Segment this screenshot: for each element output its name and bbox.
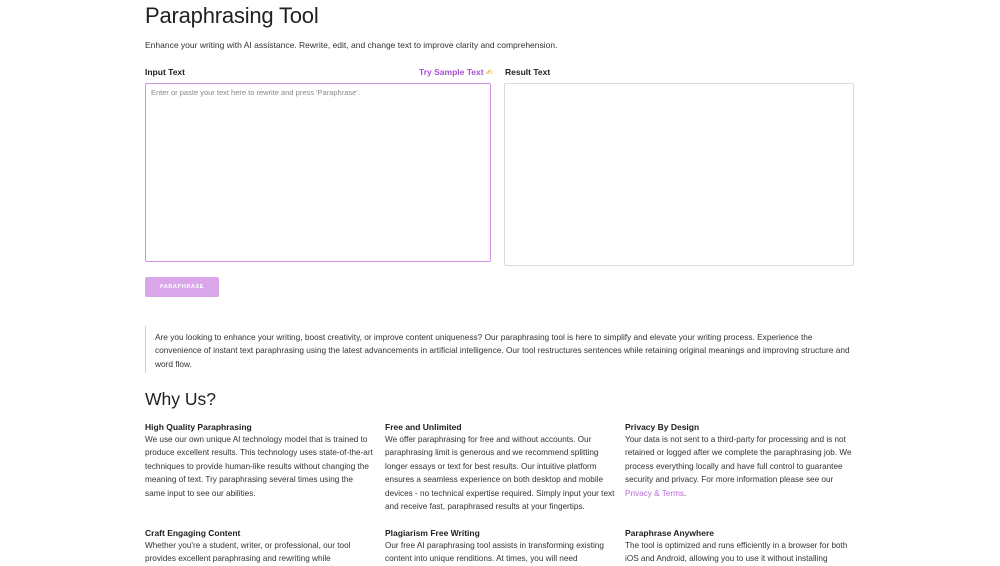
feature-text: We offer paraphrasing for free and witho… <box>385 435 615 512</box>
try-sample-text-label: Try Sample Text <box>419 67 484 77</box>
result-label: Result Text <box>505 67 551 77</box>
feature-title: Privacy By Design <box>625 422 700 432</box>
try-sample-text-link[interactable]: Try Sample Text ✍ <box>419 67 493 78</box>
result-text-area[interactable] <box>504 83 854 266</box>
feature-text: Our free AI paraphrasing tool assists in… <box>385 541 604 564</box>
paraphrase-button[interactable]: PARAPHRASE <box>145 277 219 297</box>
privacy-text: Your data is not sent to a third-party f… <box>625 435 852 485</box>
intro-blockquote: Are you looking to enhance your writing,… <box>145 326 853 374</box>
writing-hand-icon: ✍ <box>485 67 494 77</box>
feature-text: We use our own unique AI technology mode… <box>145 435 373 498</box>
feature-privacy: Privacy By Design Your data is not sent … <box>625 422 855 500</box>
feature-text: The tool is optimized and runs efficient… <box>625 541 848 564</box>
feature-title: Plagiarism Free Writing <box>385 528 480 538</box>
privacy-text-end: . <box>684 488 687 498</box>
feature-plagiarism-free: Plagiarism Free Writing Our free AI para… <box>385 528 615 566</box>
input-label: Input Text <box>145 67 185 77</box>
feature-title: Craft Engaging Content <box>145 528 241 538</box>
why-us-heading: Why Us? <box>145 389 216 409</box>
feature-title: Paraphrase Anywhere <box>625 528 714 538</box>
feature-paraphrase-anywhere: Paraphrase Anywhere The tool is optimize… <box>625 528 855 566</box>
feature-text: Your data is not sent to a third-party f… <box>625 433 855 500</box>
feature-title: High Quality Paraphrasing <box>145 422 252 432</box>
input-text-area[interactable] <box>145 83 491 262</box>
page-subtitle: Enhance your writing with AI assistance.… <box>145 40 558 50</box>
privacy-terms-link[interactable]: Privacy & Terms <box>625 489 684 498</box>
page-title: Paraphrasing Tool <box>145 3 319 28</box>
feature-title: Free and Unlimited <box>385 422 462 432</box>
feature-craft-content: Craft Engaging Content Whether you're a … <box>145 528 375 566</box>
feature-text: Whether you're a student, writer, or pro… <box>145 541 351 564</box>
feature-high-quality: High Quality Paraphrasing We use our own… <box>145 422 375 500</box>
feature-free-unlimited: Free and Unlimited We offer paraphrasing… <box>385 422 615 513</box>
